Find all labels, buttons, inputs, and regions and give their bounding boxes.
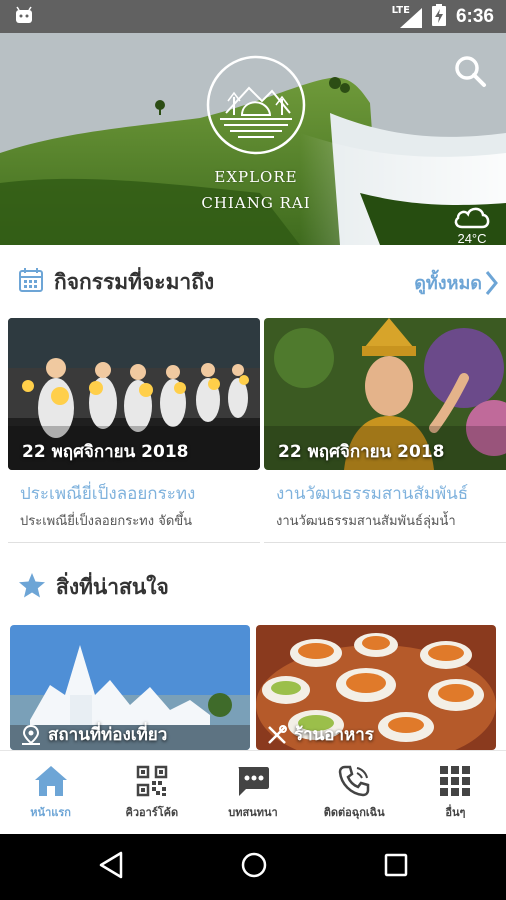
- nav-chat-label: บทสนทนา: [228, 806, 278, 819]
- see-all-link[interactable]: ดูทั้งหมด: [414, 268, 498, 297]
- status-bar: LTE 6:36: [0, 0, 506, 33]
- explore-chiang-rai-logo: EXPLORE CHIANG RAI: [201, 53, 311, 243]
- utensils-icon: [268, 724, 287, 744]
- nav-chat[interactable]: บทสนทนา: [202, 751, 303, 834]
- hero-banner: EXPLORE CHIANG RAI 24°C: [0, 33, 506, 245]
- home-icon: [34, 766, 67, 796]
- logo-emblem-icon: [206, 55, 306, 155]
- nav-emergency-contact-label: ติดต่อฉุกเฉิน: [323, 806, 385, 819]
- nav-home[interactable]: หน้าแรก: [0, 751, 101, 834]
- event-date: 22 พฤศจิกายน 2018: [22, 442, 189, 462]
- signal-icon: LTE: [392, 5, 422, 28]
- brand-line-2: CHIANG RAI: [201, 194, 311, 212]
- event-title[interactable]: ประเพณียี่เป็งลอยกระทง: [20, 480, 256, 507]
- attractions-label-text: สถานที่ท่องเที่ยว: [48, 725, 168, 745]
- chevron-right-icon: [485, 270, 498, 295]
- restaurants-card[interactable]: ร้านอาหาร: [256, 625, 496, 750]
- events-carousel[interactable]: 22 พฤศจิกายน 2018 ประเพณียี่เป็งลอยกระทง…: [0, 318, 506, 548]
- recents-square-icon: [384, 853, 408, 877]
- attractions-header: สิ่งที่น่าสนใจ: [0, 555, 506, 615]
- calendar-icon: [18, 267, 44, 297]
- battery-icon: [431, 3, 446, 30]
- restaurants-label: ร้านอาหาร: [266, 721, 374, 748]
- event-card[interactable]: 22 พฤศจิกายน 2018 ประเพณียี่เป็งลอยกระทง…: [8, 318, 260, 544]
- event-image: 22 พฤศจิกายน 2018: [8, 318, 260, 470]
- attractions-label: สถานที่ท่องเที่ยว: [20, 721, 167, 748]
- home-circle-icon: [241, 852, 267, 878]
- attractions-card[interactable]: สถานที่ท่องเที่ยว: [10, 625, 250, 750]
- android-icon: [14, 6, 34, 28]
- search-icon: [455, 56, 486, 87]
- phone-icon: [338, 765, 370, 797]
- back-button[interactable]: [98, 851, 124, 883]
- nav-more[interactable]: อื่นๆ: [405, 751, 506, 834]
- attractions-title: สิ่งที่น่าสนใจ: [56, 575, 169, 599]
- nav-qr-code-label: คิวอาร์โค้ด: [125, 806, 179, 819]
- event-title[interactable]: งานวัฒนธรรมสานสัมพันธ์: [276, 480, 506, 507]
- system-navigation-bar: [0, 834, 506, 900]
- star-icon: [18, 572, 46, 603]
- upcoming-events-title: กิจกรรมที่จะมาถึง: [54, 270, 215, 294]
- search-button[interactable]: [452, 53, 492, 93]
- map-pin-icon: [22, 724, 40, 745]
- brand-line-1: EXPLORE: [214, 168, 298, 186]
- cloud-icon: [454, 207, 490, 229]
- event-description: งานวัฒนธรรมสานสัมพันธ์ลุ่มน้ำ: [276, 514, 456, 529]
- restaurants-label-text: ร้านอาหาร: [294, 725, 374, 745]
- nav-emergency-contact[interactable]: ติดต่อฉุกเฉิน: [304, 751, 405, 834]
- attractions-row: สถานที่ท่องเที่ยว ร้านอาหาร: [0, 625, 506, 750]
- grid-icon: [440, 766, 471, 796]
- bottom-navigation: หน้าแรก คิวอาร์โค้ด บทสนทนา ติดต่อฉุกเฉิ…: [0, 750, 506, 834]
- qr-code-icon: [136, 765, 168, 797]
- chat-icon: [238, 767, 269, 796]
- event-date: 22 พฤศจิกายน 2018: [278, 442, 445, 462]
- nav-home-label: หน้าแรก: [30, 806, 71, 819]
- event-image: 22 พฤศจิกายน 2018: [264, 318, 506, 470]
- see-all-label: ดูทั้งหมด: [414, 273, 482, 294]
- nav-more-label: อื่นๆ: [445, 806, 466, 819]
- nav-qr-code[interactable]: คิวอาร์โค้ด: [101, 751, 202, 834]
- temperature: 24°C: [457, 231, 487, 245]
- event-description: ประเพณียี่เป็งลอยกระทง จัดขึ้น: [20, 514, 193, 529]
- weather-widget[interactable]: 24°C: [448, 203, 496, 245]
- back-triangle-icon: [99, 851, 123, 879]
- divider: [264, 542, 506, 543]
- upcoming-events-header: กิจกรรมที่จะมาถึง ดูทั้งหมด: [0, 250, 506, 310]
- event-card[interactable]: 22 พฤศจิกายน 2018 งานวัฒนธรรมสานสัมพันธ์…: [264, 318, 506, 544]
- clock: 6:36: [455, 5, 494, 27]
- recents-button[interactable]: [384, 853, 408, 881]
- home-system-button[interactable]: [240, 851, 268, 883]
- divider: [8, 542, 260, 543]
